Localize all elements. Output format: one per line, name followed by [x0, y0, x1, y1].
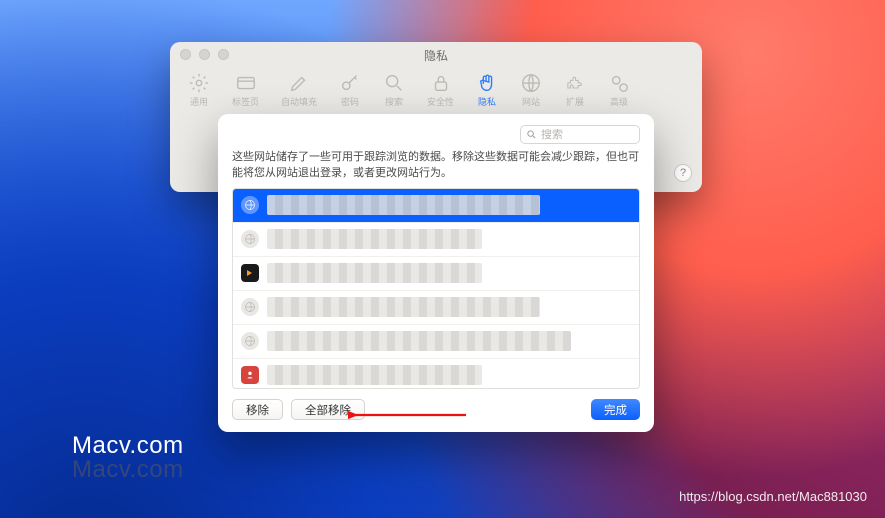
tab-general[interactable]: 通用: [188, 74, 210, 108]
titlebar: 隐私: [170, 42, 702, 68]
remove-all-button[interactable]: 全部移除: [291, 399, 365, 420]
website-name-redacted: [267, 297, 540, 317]
globe-icon: [241, 298, 259, 316]
tab-label: 安全性: [427, 95, 454, 108]
tab-websites[interactable]: 网站: [520, 74, 542, 108]
tab-label: 通用: [190, 95, 208, 108]
preferences-toolbar: 通用 标签页 自动填充 密码 搜索 安全性: [170, 68, 702, 118]
search-icon: [383, 74, 405, 92]
website-name-redacted: [267, 195, 540, 215]
general-icon: [188, 74, 210, 92]
website-name-redacted: [267, 331, 571, 351]
tab-label: 标签页: [232, 95, 259, 108]
globe-icon: [520, 74, 542, 92]
tab-advanced[interactable]: 高级: [608, 74, 630, 108]
gear-icon: [608, 74, 630, 92]
website-row[interactable]: [233, 325, 639, 359]
search-field-wrapper[interactable]: [520, 125, 640, 144]
help-button[interactable]: ?: [674, 164, 692, 182]
search-icon: [526, 129, 537, 140]
website-list[interactable]: [232, 188, 640, 389]
tab-security[interactable]: 安全性: [427, 74, 454, 108]
site-favicon: [241, 264, 259, 282]
website-row[interactable]: [233, 291, 639, 325]
website-row[interactable]: [233, 223, 639, 257]
sheet-footer: 移除 全部移除 完成: [232, 399, 640, 420]
tab-extensions[interactable]: 扩展: [564, 74, 586, 108]
autofill-icon: [288, 74, 310, 92]
tab-autofill[interactable]: 自动填充: [281, 74, 317, 108]
globe-icon: [241, 196, 259, 214]
website-name-redacted: [267, 229, 482, 249]
tab-label: 扩展: [566, 95, 584, 108]
globe-icon: [241, 230, 259, 248]
lock-icon: [430, 74, 452, 92]
remove-button[interactable]: 移除: [232, 399, 283, 420]
desktop-background: 隐私 通用 标签页 自动填充 密码 搜索: [0, 0, 885, 518]
search-input[interactable]: [541, 129, 631, 141]
key-icon: [339, 74, 361, 92]
tab-label: 自动填充: [281, 95, 317, 108]
website-row[interactable]: [233, 257, 639, 291]
tab-privacy[interactable]: 隐私: [476, 74, 498, 108]
tab-passwords[interactable]: 密码: [339, 74, 361, 108]
tab-label: 密码: [341, 95, 359, 108]
website-row[interactable]: [233, 189, 639, 223]
tab-search[interactable]: 搜索: [383, 74, 405, 108]
done-button[interactable]: 完成: [591, 399, 640, 420]
website-name-redacted: [267, 263, 482, 283]
watermark-shadow: Macv.com: [72, 456, 184, 484]
tabs-icon: [235, 74, 257, 92]
sheet-description: 这些网站储存了一些可用于跟踪浏览的数据。移除这些数据可能会减少跟踪，但也可能将您…: [232, 150, 640, 182]
tab-label: 高级: [610, 95, 628, 108]
website-data-sheet: 这些网站储存了一些可用于跟踪浏览的数据。移除这些数据可能会减少跟踪，但也可能将您…: [218, 114, 654, 432]
site-favicon: [241, 366, 259, 384]
hand-icon: [476, 74, 498, 92]
website-name-redacted: [267, 365, 482, 385]
globe-icon: [241, 332, 259, 350]
tab-label: 隐私: [478, 95, 496, 108]
puzzle-icon: [564, 74, 586, 92]
image-credit: https://blog.csdn.net/Mac881030: [679, 489, 867, 504]
window-title: 隐私: [170, 47, 702, 64]
tab-tabs[interactable]: 标签页: [232, 74, 259, 108]
tab-label: 网站: [522, 95, 540, 108]
website-row[interactable]: [233, 359, 639, 389]
tab-label: 搜索: [385, 95, 403, 108]
